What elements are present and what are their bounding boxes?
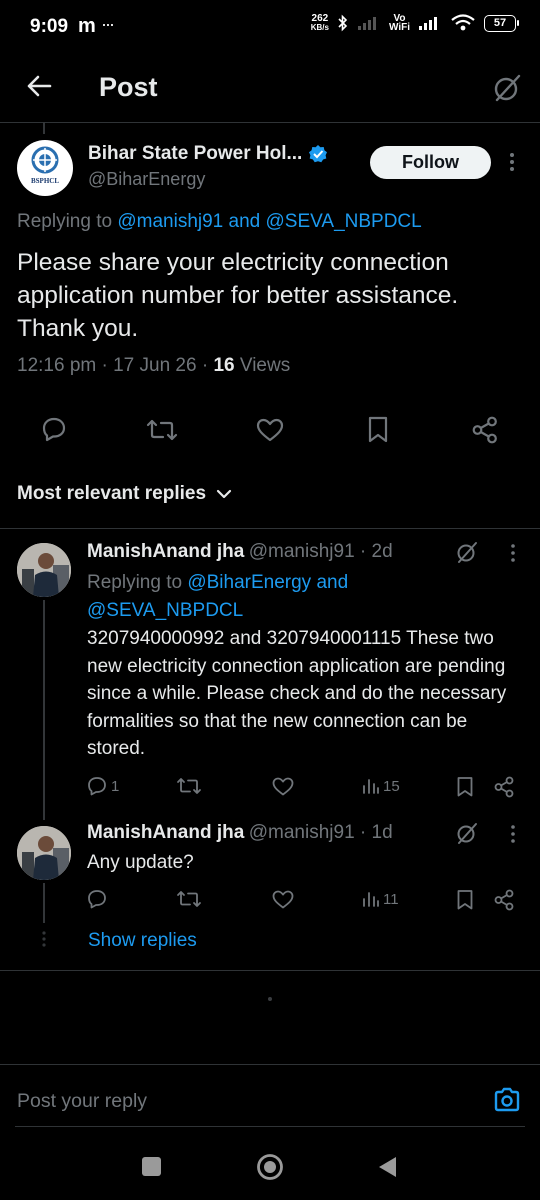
reply-text: Any update? <box>87 852 194 873</box>
battery-cap <box>517 19 519 26</box>
back-arrow-icon[interactable] <box>26 74 52 98</box>
reply-replying-to: Replying to @BiharEnergy and @SEVA_NBPDC… <box>87 569 348 624</box>
loading-dot <box>268 997 272 1001</box>
like-icon[interactable] <box>272 777 294 796</box>
post-meta: 12:16 pm · 17 Jun 26 · 16 Views <box>17 355 290 377</box>
person-avatar-icon <box>17 543 71 597</box>
camera-icon[interactable] <box>493 1087 521 1113</box>
sort-divider <box>0 528 540 529</box>
reply-header: ManishAnand jha @manishj91 · 2d <box>87 541 393 563</box>
reply-avatar[interactable] <box>17 826 71 880</box>
network-speed-unit: KB/s <box>310 23 329 32</box>
share-icon[interactable] <box>494 776 514 798</box>
more-options-icon[interactable] <box>509 824 517 844</box>
thread-dots-icon <box>41 930 47 948</box>
reply-reply-button[interactable]: 1 <box>87 776 119 796</box>
views-count: 11 <box>383 890 399 908</box>
replying-prefix: Replying to <box>87 572 188 593</box>
reply-handle-time: @manishj91 · 2d <box>248 541 393 562</box>
reply-icon[interactable] <box>41 416 67 442</box>
views-button[interactable]: 15 <box>362 777 400 795</box>
replying-prefix: Replying to <box>17 211 118 232</box>
repost-icon[interactable] <box>176 889 202 909</box>
reply-author-name[interactable]: ManishAnand jha <box>87 541 244 562</box>
bluetooth-icon <box>337 14 349 32</box>
battery-level: 57 <box>493 17 507 29</box>
bsphcl-logo-icon <box>31 146 59 174</box>
vowifi-label: Vo WiFi <box>388 14 410 33</box>
signal-icon <box>357 15 381 31</box>
reply-avatar[interactable] <box>17 543 71 597</box>
bookmark-icon[interactable] <box>456 776 474 798</box>
more-options-icon[interactable] <box>509 543 517 563</box>
grok-icon[interactable] <box>493 73 521 103</box>
reply-author-name[interactable]: ManishAnand jha <box>87 822 244 843</box>
notification-dots: ··· <box>101 14 115 34</box>
network-speed: 262 KB/s <box>310 13 329 33</box>
show-replies-link[interactable]: Show replies <box>88 930 197 952</box>
status-time: 9:09 <box>30 16 69 37</box>
grok-icon[interactable] <box>456 821 478 845</box>
signal-icon-2 <box>418 15 442 31</box>
reply-icon[interactable] <box>87 889 107 909</box>
compose-underline <box>15 1126 525 1127</box>
views-button[interactable]: 11 <box>362 890 399 908</box>
verified-badge-icon <box>308 144 328 164</box>
share-icon[interactable] <box>494 889 514 911</box>
network-speed-value: 262 <box>311 13 329 24</box>
battery-icon: 57 <box>484 14 519 32</box>
status-icons: 262 KB/s Vo WiFi 57 <box>310 13 519 33</box>
recents-nav-icon[interactable] <box>142 1157 161 1176</box>
post-text: Please share your electricity connection… <box>17 249 459 342</box>
thread-line <box>43 883 45 923</box>
views-label: Views <box>234 355 291 376</box>
grok-icon[interactable] <box>456 540 478 564</box>
replying-users-link[interactable]: @manishj91 and @SEVA_NBPDCL <box>117 211 421 232</box>
post-timestamp: 12:16 pm · 17 Jun 26 · <box>17 355 214 376</box>
like-icon[interactable] <box>272 890 294 909</box>
reply-text: 3207940000992 and 3207940001115 These tw… <box>87 628 507 759</box>
like-icon[interactable] <box>256 418 284 442</box>
home-nav-icon[interactable] <box>256 1153 284 1181</box>
analytics-icon <box>362 777 380 795</box>
more-options-icon[interactable] <box>508 151 516 173</box>
views-count: 16 <box>213 355 235 376</box>
views-count: 15 <box>383 777 400 795</box>
carrier-glyph: m <box>78 15 96 37</box>
avatar-text: BSPHCL <box>30 177 59 185</box>
reply-handle-time: @manishj91 · 1d <box>248 822 393 843</box>
repost-icon[interactable] <box>176 776 202 796</box>
replying-to: Replying to @manishj91 and @SEVA_NBPDCL <box>17 211 422 233</box>
chevron-down-icon <box>216 488 232 500</box>
reply-icon <box>87 776 107 796</box>
reply-count: 1 <box>111 777 120 795</box>
replying-users-link-2[interactable]: @SEVA_NBPDCL <box>87 600 243 621</box>
author-avatar[interactable]: BSPHCL <box>17 140 73 196</box>
reply-input[interactable]: Post your reply <box>17 1090 147 1113</box>
replying-users-link[interactable]: @BiharEnergy and <box>187 572 348 593</box>
follow-button[interactable]: Follow <box>370 146 491 179</box>
wifi-icon <box>450 14 476 32</box>
page-title: Post <box>99 72 158 102</box>
compose-divider <box>0 1064 540 1065</box>
bookmark-icon[interactable] <box>456 889 474 911</box>
thread-line <box>43 600 45 820</box>
header-divider <box>0 122 540 123</box>
back-nav-icon[interactable] <box>376 1155 398 1179</box>
sort-label: Most relevant replies <box>17 483 207 504</box>
thread-line-top <box>43 122 45 134</box>
author-name-row[interactable]: Bihar State Power Hol... <box>88 143 328 165</box>
vowifi-bottom: WiFi <box>388 22 410 33</box>
repost-icon[interactable] <box>146 417 178 443</box>
author-handle[interactable]: @BiharEnergy <box>88 169 205 190</box>
person-avatar-icon <box>17 826 71 880</box>
share-icon[interactable] <box>472 416 498 444</box>
sort-dropdown[interactable]: Most relevant replies <box>17 483 232 505</box>
bookmark-icon[interactable] <box>367 416 389 444</box>
author-name[interactable]: Bihar State Power Hol... <box>88 143 302 165</box>
status-bar: 9:09 m ··· 262 KB/s Vo WiFi 57 <box>0 0 540 56</box>
reply-header: ManishAnand jha @manishj91 · 1d <box>87 822 393 844</box>
replies-divider <box>0 970 540 971</box>
analytics-icon <box>362 890 380 908</box>
